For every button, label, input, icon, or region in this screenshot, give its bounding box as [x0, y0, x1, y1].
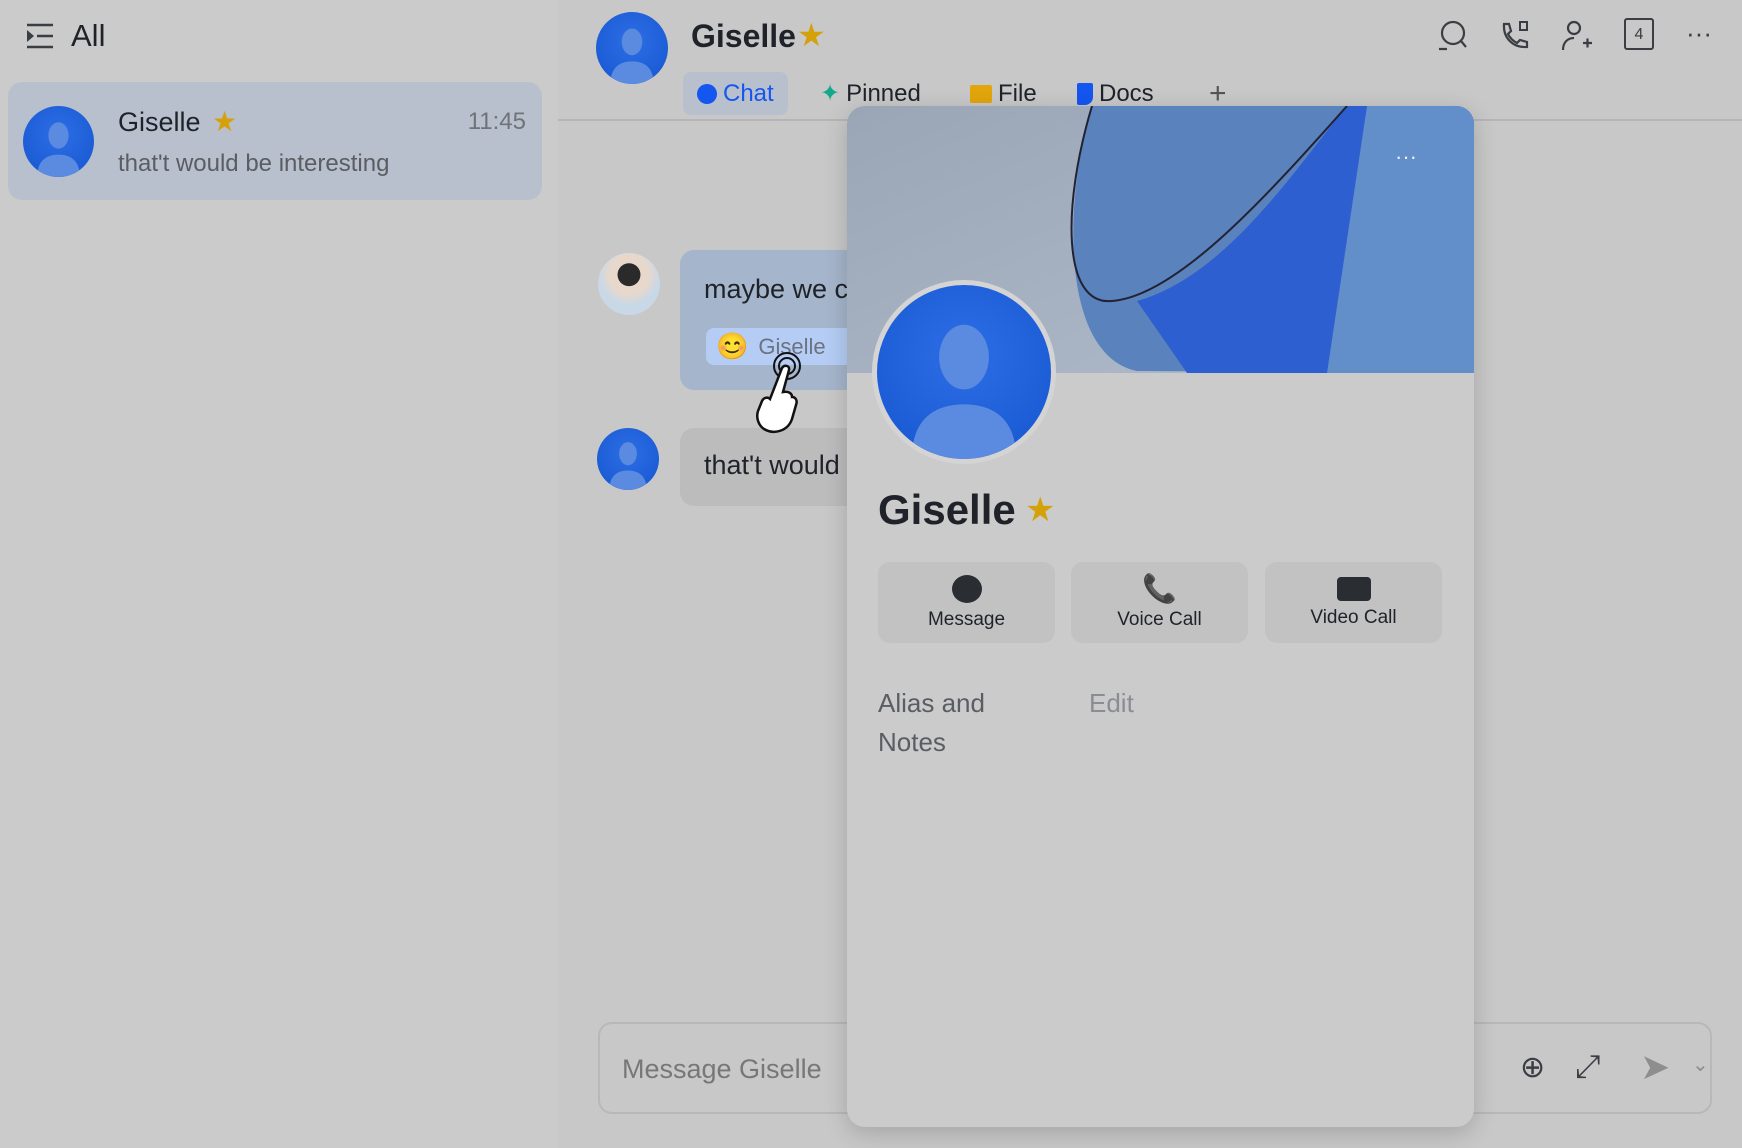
call-icon[interactable] [1496, 18, 1532, 54]
video-icon [1336, 576, 1371, 601]
profile-card: ··· Giselle ★ Message 📞 Voice Call Video … [847, 106, 1474, 1127]
star-icon: ★ [1025, 491, 1056, 529]
conversation-name: Giselle [118, 107, 201, 137]
sender-photo-avatar[interactable] [598, 253, 660, 315]
button-label: Voice Call [1117, 608, 1202, 630]
tab-chat[interactable]: Chat [683, 72, 788, 115]
expand-icon[interactable]: ⤢ [1575, 1048, 1601, 1086]
chat-bubble-icon [697, 83, 717, 104]
profile-avatar[interactable] [872, 280, 1056, 464]
alias-notes-label: Alias and Notes [878, 684, 985, 762]
avatar [23, 106, 94, 177]
pin-icon: ✦ [820, 80, 841, 107]
voice-call-button[interactable]: 📞 Voice Call [1071, 562, 1248, 643]
chat-avatar[interactable] [596, 12, 668, 84]
chat-title: Giselle [691, 18, 796, 54]
star-icon: ★ [212, 106, 238, 137]
message-button[interactable]: Message [878, 562, 1055, 643]
avatar[interactable] [597, 428, 659, 490]
send-icon[interactable]: ➤ [1640, 1046, 1670, 1088]
conversation-preview: that't would be interesting [118, 150, 390, 177]
calendar-icon[interactable]: 4 [1624, 18, 1654, 50]
phone-icon: 📞 [1142, 572, 1177, 604]
conversation-item[interactable]: Giselle ★ 11:45 that't would be interest… [8, 82, 542, 200]
collapse-menu-icon[interactable] [25, 23, 55, 49]
folder-icon [970, 84, 992, 103]
message-icon [951, 574, 982, 603]
sidebar-title: All [71, 18, 106, 53]
message-text: maybe we c [704, 274, 849, 304]
add-icon[interactable]: ⊕ [1520, 1050, 1545, 1085]
sidebar: All Giselle ★ 11:45 that't would be inte… [0, 0, 558, 1148]
more-icon[interactable]: ··· [1686, 18, 1722, 54]
input-placeholder: Message Giselle [622, 1054, 822, 1084]
profile-more-icon[interactable]: ··· [1395, 144, 1417, 170]
tab-label: Docs [1099, 79, 1154, 107]
edit-alias-link[interactable]: Edit [1089, 688, 1134, 719]
video-call-button[interactable]: Video Call [1265, 562, 1442, 643]
button-label: Message [927, 608, 1006, 630]
message-text: that't would [704, 450, 840, 480]
alias-label-line: Notes [878, 727, 946, 757]
conversation-time: 11:45 [467, 108, 526, 135]
tab-label: Pinned [846, 79, 921, 107]
button-label: Video Call [1310, 606, 1397, 628]
profile-name: Giselle [878, 486, 1016, 533]
tab-label: Chat [723, 79, 774, 107]
send-options-chevron-icon[interactable]: ⌄ [1692, 1052, 1709, 1077]
search-icon[interactable] [1434, 18, 1470, 54]
hand-pointer-cursor-icon [756, 352, 801, 433]
add-member-icon[interactable] [1559, 18, 1595, 54]
star-icon: ★ [797, 17, 826, 53]
tab-label: File [998, 79, 1037, 107]
alias-label-line: Alias and [878, 688, 985, 718]
docs-icon [1077, 82, 1093, 105]
